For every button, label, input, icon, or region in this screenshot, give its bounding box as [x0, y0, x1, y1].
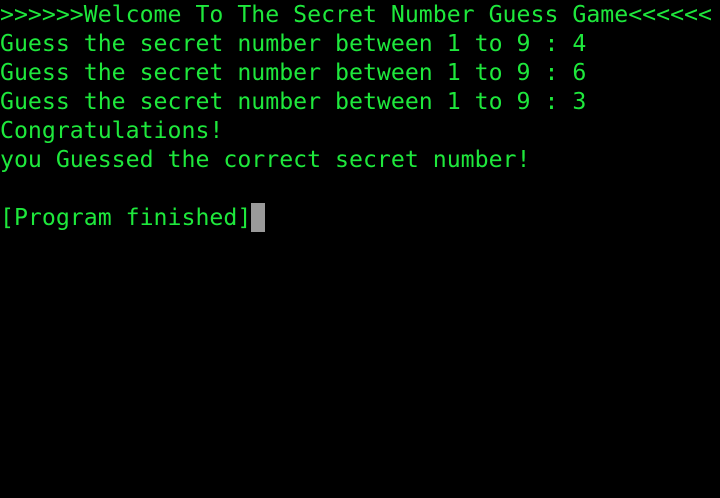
welcome-banner: >>>>>>Welcome To The Secret Number Guess… — [0, 1, 712, 28]
guess-prompt-line-1: Guess the secret number between 1 to 9 :… — [0, 30, 587, 57]
program-finished-text: [Program finished] — [0, 204, 252, 231]
correct-guess-message: you Guessed the correct secret number! — [0, 146, 531, 173]
guess-prompt-line-3: Guess the secret number between 1 to 9 :… — [0, 88, 587, 115]
cursor-block-icon — [251, 203, 266, 232]
terminal-window[interactable]: >>>>>>Welcome To The Secret Number Guess… — [0, 0, 720, 498]
guess-prompt-line-2: Guess the secret number between 1 to 9 :… — [0, 59, 587, 86]
congratulations-message: Congratulations! — [0, 117, 224, 144]
program-status-line: [Program finished] — [0, 203, 720, 232]
